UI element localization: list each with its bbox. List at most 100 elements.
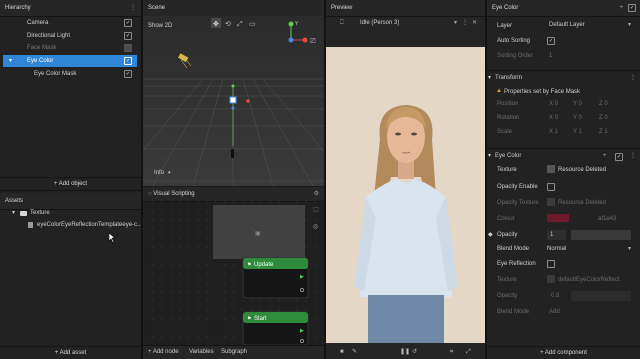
- info-label[interactable]: Info: [154, 170, 165, 176]
- rotate-tool-icon[interactable]: ⟲: [225, 21, 231, 28]
- more-icon[interactable]: ⋮: [630, 71, 636, 85]
- settings-icon[interactable]: ⚙: [314, 187, 319, 201]
- device-icon[interactable]: ⎕: [340, 16, 344, 30]
- eye-reflection-checkbox[interactable]: [547, 260, 555, 268]
- blend-mode-dropdown[interactable]: Normal ▾: [547, 244, 633, 254]
- asset-file[interactable]: eyeColorEyeReflectionTemplateeye-c...: [0, 219, 142, 231]
- preview-toolbar: ⎕ Idle (Person 3) ▾ ⋮ ✕: [326, 16, 485, 30]
- chevron-down-icon: ▾: [627, 22, 631, 28]
- flag-icon: ⚑: [247, 262, 251, 268]
- transform-warning: Properties set by Face Mask: [504, 89, 581, 95]
- transform-header[interactable]: ▾ Transform ⋮: [487, 70, 640, 85]
- inspector-title: Eye Color + ✓: [487, 0, 640, 17]
- variables-button[interactable]: Variables: [189, 346, 214, 359]
- colour-swatch[interactable]: [547, 214, 569, 222]
- more-icon[interactable]: ⋮: [630, 149, 636, 163]
- left-panel: Hierarchy ⋮ Camera ✓ Directional Light ✓ …: [0, 0, 142, 359]
- texture-value[interactable]: Resource Deleted: [558, 167, 606, 173]
- pause-icon[interactable]: ❚❚: [400, 346, 410, 359]
- hierarchy-title: Hierarchy ⋮: [0, 0, 141, 17]
- item-label: Camera: [27, 20, 49, 26]
- opacity-slider[interactable]: [571, 230, 631, 240]
- add-asset-button[interactable]: + Add asset: [0, 346, 141, 359]
- add-icon[interactable]: +: [603, 149, 607, 163]
- add-node-button[interactable]: + Add node: [148, 346, 179, 359]
- exec-out-port-icon[interactable]: ▶: [300, 274, 304, 280]
- scale-tool-icon[interactable]: ⤢: [237, 21, 243, 28]
- camera-object[interactable]: [231, 149, 234, 158]
- rotation-x: X 0: [549, 115, 559, 121]
- device-dropdown[interactable]: Idle (Person 3) ▾: [360, 16, 457, 30]
- position-y: Y 0: [573, 101, 582, 107]
- chevron-down-icon: ▾: [453, 20, 457, 26]
- add-component-button[interactable]: + Add component: [487, 346, 640, 359]
- texture2-thumb: [547, 275, 555, 283]
- texture-label: Texture: [497, 167, 517, 173]
- start-node[interactable]: ⚑ Start ▶: [242, 311, 309, 345]
- opacity-texture-value: Resource Deleted: [558, 200, 607, 206]
- close-icon[interactable]: ✕: [472, 16, 477, 30]
- collapse-arrow-icon: ▾: [488, 153, 492, 159]
- texture-thumb[interactable]: [547, 165, 555, 173]
- hierarchy-item-directional-light[interactable]: Directional Light ✓: [0, 30, 141, 42]
- blend2-value: Add: [549, 309, 560, 315]
- hierarchy-item-face-mask[interactable]: Face Mask: [0, 42, 141, 54]
- eye-color-header[interactable]: ▾ Eye Color + ✓ ⋮: [487, 148, 640, 163]
- scene-viewport[interactable]: Show 2D ✥ ⟲ ⤢ ▭ Y ⎚ Info ▾: [143, 16, 324, 186]
- more-icon[interactable]: ⋮: [462, 16, 468, 30]
- device-dropdown-value: Idle (Person 3): [360, 20, 400, 26]
- restart-icon[interactable]: ↺: [412, 346, 417, 359]
- enabled-checkbox[interactable]: ✓: [628, 4, 636, 12]
- minimap-icon[interactable]: ◎: [313, 224, 318, 230]
- layer-label: Layer: [497, 23, 513, 29]
- visibility-checkbox[interactable]: ✓: [124, 32, 132, 40]
- hierarchy-item-eye-color[interactable]: ▾ Eye Color ✓: [3, 55, 137, 67]
- show-2d-label[interactable]: Show 2D: [148, 23, 173, 29]
- auto-sorting-checkbox[interactable]: ✓: [547, 37, 555, 45]
- visibility-checkbox[interactable]: ✓: [124, 57, 132, 65]
- more-icon[interactable]: ⋮: [130, 0, 136, 16]
- visibility-checkbox[interactable]: [124, 44, 132, 52]
- camera-view-icon[interactable]: ⎚: [310, 38, 316, 45]
- header-add-icon[interactable]: +: [619, 0, 623, 16]
- component-enabled-checkbox[interactable]: ✓: [615, 153, 623, 161]
- opacity-keyframe-icon[interactable]: ◆: [488, 231, 493, 238]
- exec-out-port-icon[interactable]: ▶: [300, 328, 304, 334]
- edit-icon[interactable]: ✎: [352, 346, 357, 359]
- inspector-panel: Eye Color + ✓ Layer Default Layer ▾ Auto…: [487, 0, 640, 359]
- blend2-label: Blend Mode: [497, 309, 530, 315]
- opacity-enable-checkbox[interactable]: [547, 183, 555, 191]
- item-label: Eye Color Mask: [34, 71, 77, 77]
- update-node-label: Update: [254, 262, 274, 268]
- start-node-label: Start: [254, 316, 267, 322]
- layer-dropdown[interactable]: Default Layer ▾: [549, 20, 633, 31]
- asset-folder-texture[interactable]: ▾ Texture: [0, 207, 141, 219]
- auto-sorting-label: Auto Sorting: [497, 38, 531, 44]
- preview-title: Preview: [326, 0, 485, 17]
- rect-tool-icon[interactable]: ▭: [249, 21, 256, 28]
- expand-arrow-icon[interactable]: ▾: [9, 55, 12, 67]
- position-label: Position: [497, 101, 519, 107]
- add-object-button[interactable]: + Add object: [0, 177, 141, 191]
- opacity2-value: 0.8: [551, 293, 560, 299]
- position-z: Z 0: [599, 101, 608, 107]
- expand-arrow-icon[interactable]: ▾: [12, 207, 15, 219]
- person-jeans: [368, 295, 444, 343]
- zoom-fit-icon[interactable]: ⬚: [313, 207, 319, 213]
- visual-scripting-title: ○ Visual Scripting ⚙: [143, 187, 324, 202]
- mouse-cursor-icon: [109, 233, 116, 243]
- hierarchy-item-camera[interactable]: Camera ✓: [0, 17, 141, 29]
- opacity-input[interactable]: 1: [547, 230, 566, 240]
- visibility-checkbox[interactable]: ✓: [124, 70, 132, 78]
- subgraph-button[interactable]: Subgraph: [221, 346, 247, 359]
- collapse-arrow-icon: ▾: [488, 75, 492, 81]
- visibility-checkbox[interactable]: ✓: [124, 19, 132, 27]
- expand-icon[interactable]: ⤢: [466, 346, 471, 359]
- crop-icon[interactable]: ⌗: [450, 346, 453, 359]
- stop-icon[interactable]: ■: [340, 346, 344, 359]
- blend-mode-value: Normal: [547, 246, 567, 252]
- update-node[interactable]: ⚑ Update ▶: [242, 257, 309, 299]
- script-canvas[interactable]: ▣ ⬚ ◎ ⚑ Update ▶ ⚑ Start ▶: [143, 201, 324, 345]
- hierarchy-item-eye-color-mask[interactable]: Eye Color Mask ✓: [0, 68, 141, 80]
- colour-label: Colour: [497, 216, 515, 222]
